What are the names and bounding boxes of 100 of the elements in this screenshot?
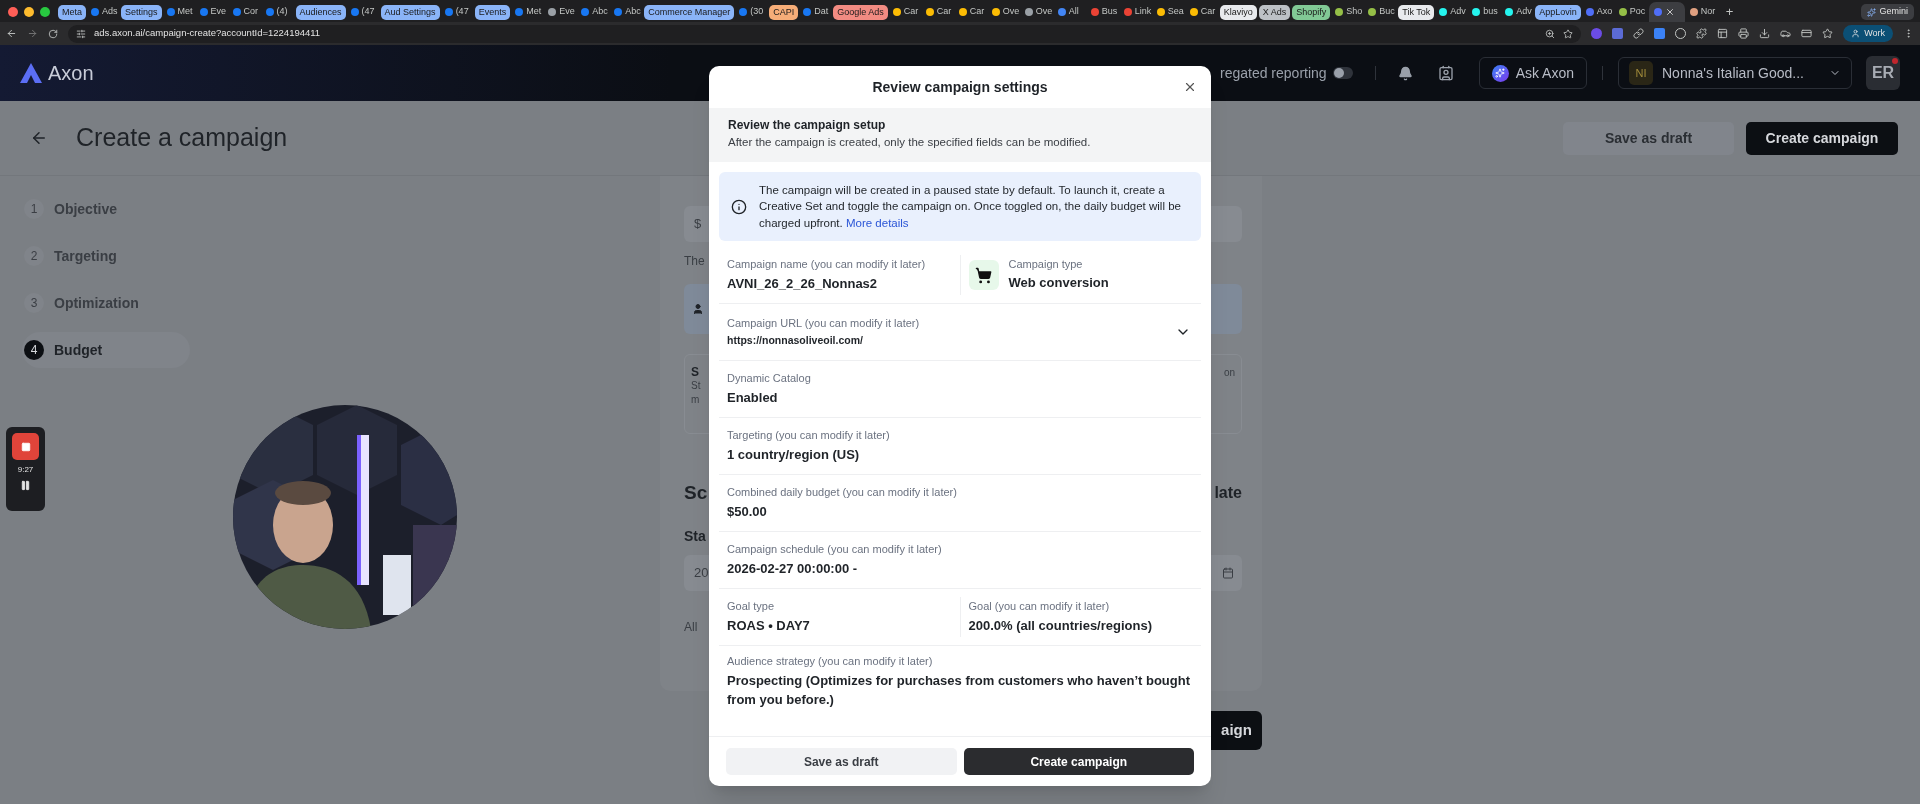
amount-hint: The [684, 253, 705, 270]
browser-tab[interactable]: bus [1469, 2, 1501, 22]
browser-tab[interactable]: Buc [1365, 2, 1397, 22]
browser-tab[interactable]: Poc [1615, 2, 1647, 22]
browser-tab[interactable]: Dat [800, 2, 832, 22]
extensions-icon[interactable] [1696, 28, 1708, 39]
browser-tab[interactable]: Eve [545, 2, 577, 22]
forward-icon[interactable] [27, 28, 38, 39]
bookmark-icon[interactable] [1563, 28, 1574, 39]
browser-tab[interactable]: Sea [1153, 2, 1185, 22]
save-draft-button[interactable]: Save as draft [726, 748, 957, 775]
browser-tab[interactable]: Ads [88, 2, 119, 22]
browser-tab[interactable]: Link [1120, 2, 1152, 22]
tab-group-label[interactable]: Meta [58, 5, 86, 20]
browser-tab[interactable]: Adv [1436, 2, 1468, 22]
logo-icon [20, 63, 42, 83]
browser-tab[interactable]: Car [922, 2, 954, 22]
browser-tab[interactable]: Adv [1502, 2, 1534, 22]
user-avatar[interactable]: ER [1866, 56, 1900, 90]
more-details-link[interactable]: More details [845, 216, 909, 229]
pause-icon[interactable] [20, 480, 31, 491]
zoom-icon[interactable] [1545, 28, 1556, 39]
step-item[interactable]: 4 Budget [22, 332, 190, 368]
tab-group-label[interactable]: Shopify [1292, 5, 1331, 20]
tab-search-icon[interactable] [1717, 28, 1729, 39]
minimize-window-icon[interactable] [24, 7, 34, 17]
address-field[interactable]: ads.axon.ai/campaign-create?accountId=1224194411 [68, 24, 1582, 43]
browser-tab[interactable]: All [1054, 2, 1086, 22]
create-campaign-button[interactable]: aign [1211, 711, 1262, 750]
create-campaign-button[interactable]: Create campaign [963, 748, 1194, 775]
card-icon[interactable] [1801, 28, 1813, 39]
tab-group-label[interactable]: Events [474, 5, 511, 20]
extension-icon[interactable] [1612, 28, 1624, 39]
back-icon[interactable] [6, 28, 17, 39]
sparkle-icon [1495, 68, 1506, 78]
tab-group-label[interactable]: Klaviyo [1219, 5, 1257, 20]
section-action[interactable]: late [1214, 481, 1242, 506]
tab-group-label[interactable]: CAPI [769, 5, 799, 20]
field-label: Goal (you can modify it later) [968, 599, 1111, 614]
person-icon [692, 303, 704, 315]
tab-group-label[interactable]: Settings [121, 5, 162, 20]
back-icon[interactable] [30, 129, 48, 147]
close-icon[interactable] [1664, 7, 1675, 17]
browser-tab[interactable]: Abc [578, 2, 610, 22]
browser-tab[interactable]: (30 [736, 2, 768, 22]
tab-group-label[interactable]: Tik Tok [1398, 5, 1435, 20]
browser-tab[interactable]: Axo [1582, 2, 1614, 22]
browser-tab[interactable]: Ove [1021, 2, 1053, 22]
calendar-icon[interactable] [1222, 566, 1234, 579]
browser-tab[interactable]: Met [512, 2, 544, 22]
ask-axon-button[interactable]: Ask Axon [1478, 57, 1587, 89]
extension-icon[interactable] [1654, 28, 1666, 39]
browser-tab[interactable]: Car [955, 2, 987, 22]
cart-icon [968, 260, 999, 290]
account-selector[interactable]: NI Nonna's Italian Good... [1618, 57, 1852, 89]
browser-tab[interactable]: Cor [229, 2, 261, 22]
tab-group-label[interactable]: X Ads [1258, 5, 1291, 20]
download-icon[interactable] [1759, 28, 1771, 39]
save-draft-button[interactable]: Save as draft [1563, 121, 1734, 155]
option-text: m [691, 393, 701, 407]
browser-tab[interactable]: (47 [441, 2, 473, 22]
browser-tab[interactable]: Bus [1087, 2, 1119, 22]
tab-group-label[interactable]: AppLovin [1535, 5, 1581, 20]
person-icon [1851, 29, 1861, 38]
tab-group-label[interactable]: Audiences [295, 5, 346, 20]
site-settings-icon[interactable] [76, 28, 86, 39]
close-icon[interactable] [1183, 80, 1197, 94]
contacts-icon[interactable] [1437, 65, 1454, 81]
reload-icon[interactable] [48, 28, 58, 39]
browser-tab[interactable]: Ove [988, 2, 1020, 22]
gemini-button[interactable]: Gemini [1861, 4, 1914, 20]
maximize-window-icon[interactable] [40, 7, 50, 17]
car-icon[interactable] [1780, 28, 1792, 39]
browser-tab[interactable] [1648, 2, 1685, 22]
tab-group-label[interactable]: Aud Settings [380, 5, 440, 20]
browser-tab[interactable]: Eve [196, 2, 228, 22]
stop-button[interactable] [12, 433, 39, 460]
reporting-toggle[interactable] [1332, 67, 1353, 79]
bookmarks-icon[interactable] [1822, 28, 1834, 39]
field-value: 2026-02-27 00:00:00 - [727, 560, 859, 578]
dialog-title: Review campaign settings [872, 77, 1048, 97]
browser-tab[interactable]: (47 [347, 2, 379, 22]
browser-tab[interactable]: (4) [262, 2, 294, 22]
close-window-icon[interactable] [8, 7, 18, 17]
browser-tab[interactable]: Abc [611, 2, 643, 22]
new-tab-button[interactable]: + [1719, 2, 1740, 22]
stop-icon [20, 441, 31, 452]
section-title: Sc [684, 481, 708, 505]
tab-group-label[interactable]: Google Ads [833, 5, 888, 20]
browser-tab[interactable]: Car [889, 2, 921, 22]
browser-tab[interactable]: Met [163, 2, 195, 22]
browser-tab[interactable]: Car [1186, 2, 1218, 22]
tab-group-label[interactable]: Commerce Manager [644, 5, 735, 20]
notifications-icon[interactable] [1397, 65, 1413, 81]
profile-button[interactable]: Work [1843, 25, 1893, 42]
create-campaign-button[interactable]: Create campaign [1746, 121, 1898, 155]
print-icon[interactable] [1738, 28, 1750, 39]
browser-tab[interactable]: Nor [1686, 2, 1718, 22]
browser-tab[interactable]: Sho [1332, 2, 1364, 22]
link-icon[interactable] [1633, 28, 1645, 39]
